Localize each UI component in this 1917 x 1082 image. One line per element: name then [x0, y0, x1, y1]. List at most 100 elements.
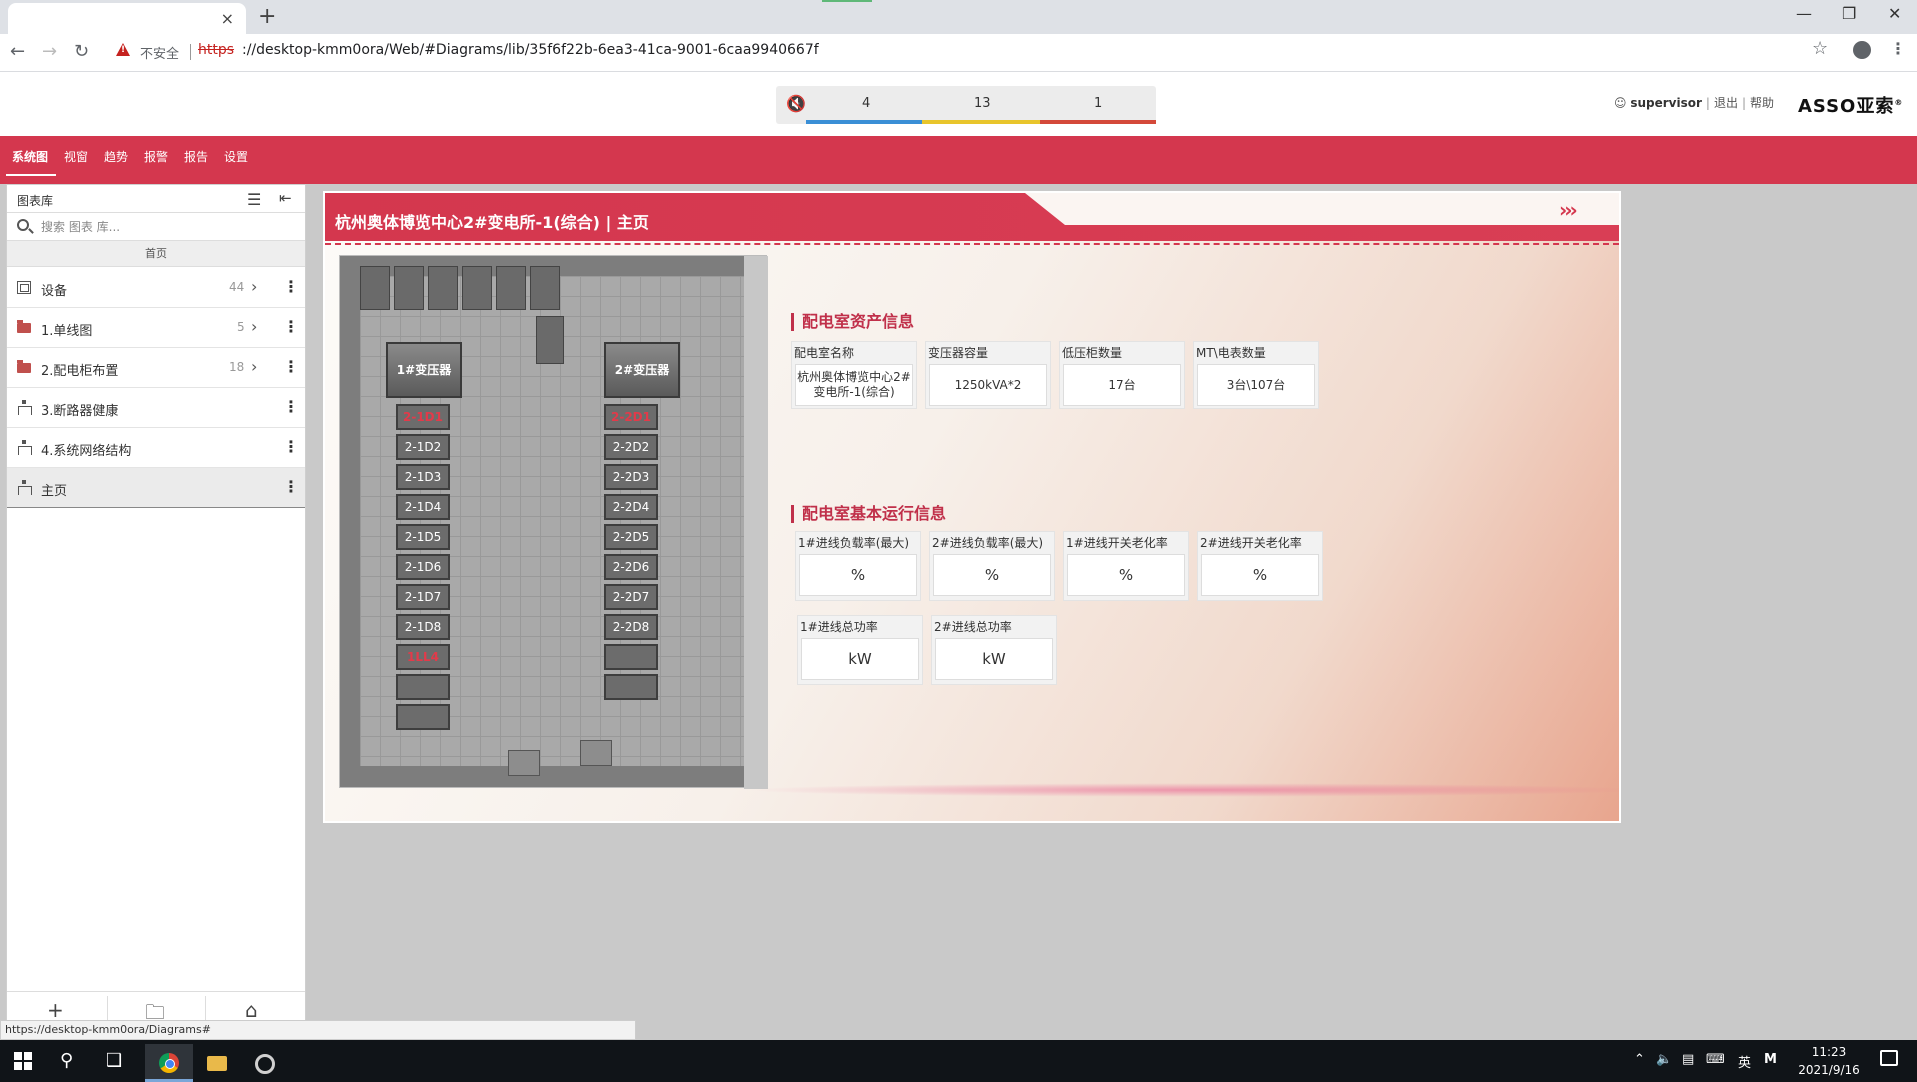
- menu-trends[interactable]: 趋势: [104, 148, 128, 165]
- add-icon[interactable]: +: [47, 998, 64, 1022]
- right-cabinet-9[interactable]: [604, 644, 658, 670]
- alarm-count-low[interactable]: 4: [862, 96, 870, 111]
- menu-reports[interactable]: 报告: [184, 148, 208, 165]
- help-link[interactable]: 帮助: [1750, 96, 1774, 110]
- ime-language[interactable]: 英: [1738, 1052, 1751, 1071]
- notification-icon[interactable]: [1880, 1050, 1898, 1066]
- menu-system-diagram[interactable]: 系统图: [12, 148, 48, 165]
- chevron-right-icon[interactable]: ›: [251, 317, 257, 336]
- breadcrumb[interactable]: 首页: [7, 241, 305, 267]
- logout-link[interactable]: 退出: [1714, 96, 1738, 110]
- folder-icon: [17, 360, 31, 373]
- right-cabinet-4[interactable]: 2-2D4: [604, 494, 658, 520]
- sidebar-item-cabinet-layout[interactable]: 2.配电柜布置 18 › ⋮: [7, 348, 305, 388]
- menu-views[interactable]: 视窗: [64, 148, 88, 165]
- transformer-2[interactable]: 2#变压器: [604, 342, 680, 398]
- incoming-1-load-rate: 1#进线负载率(最大) %: [795, 531, 921, 601]
- taskbar-app[interactable]: [241, 1044, 289, 1082]
- alarm-count-medium[interactable]: 13: [974, 96, 991, 111]
- sidebar-item-single-line[interactable]: 1.单线图 5 › ⋮: [7, 308, 305, 348]
- username[interactable]: supervisor: [1630, 96, 1702, 110]
- alarm-summary[interactable]: 🔇 4 13 1: [776, 86, 1156, 124]
- right-cabinet-6[interactable]: 2-2D6: [604, 554, 658, 580]
- collapse-sidebar-icon[interactable]: ⇤: [279, 189, 292, 207]
- top-cabinet[interactable]: [462, 266, 492, 310]
- left-cabinet-6[interactable]: 2-1D6: [396, 554, 450, 580]
- sidebar-item-network-structure[interactable]: 4.系统网络结构 ⋮: [7, 428, 305, 468]
- more-options-icon[interactable]: ⋮: [283, 397, 299, 416]
- left-cabinet-2[interactable]: 2-1D2: [396, 434, 450, 460]
- reload-icon[interactable]: ↻: [74, 41, 89, 62]
- windows-start-icon[interactable]: [14, 1052, 32, 1070]
- right-cabinet-1[interactable]: 2-2D1: [604, 404, 658, 430]
- volume-icon[interactable]: 🔈: [1656, 1052, 1672, 1067]
- left-cabinet-11[interactable]: [396, 704, 450, 730]
- sidebar-item-breaker-health[interactable]: 3.断路器健康 ⋮: [7, 388, 305, 428]
- right-cabinet-10[interactable]: [604, 674, 658, 700]
- left-cabinet-1[interactable]: 2-1D1: [396, 404, 450, 430]
- taskbar-chrome[interactable]: [145, 1044, 193, 1082]
- security-label[interactable]: 不安全: [140, 43, 179, 62]
- menu-alarms[interactable]: 报警: [144, 148, 168, 165]
- right-cabinet-3[interactable]: 2-2D3: [604, 464, 658, 490]
- restore-icon[interactable]: ❐: [1842, 4, 1856, 23]
- hamburger-icon[interactable]: ☰: [247, 190, 261, 209]
- taskbar-file-explorer[interactable]: [193, 1044, 241, 1082]
- item-count: 5: [237, 320, 245, 334]
- profile-icon[interactable]: [1853, 41, 1871, 59]
- left-cabinet-8[interactable]: 2-1D8: [396, 614, 450, 640]
- cell-caption: 2#进线总功率: [934, 620, 1012, 634]
- address-bar[interactable]: 不安全 https ://desktop-kmm0ora/Web/#Diagra…: [108, 39, 1828, 67]
- alarm-count-high[interactable]: 1: [1094, 96, 1102, 111]
- tray-chevron-icon[interactable]: ⌃: [1634, 1052, 1645, 1067]
- search-taskbar-icon[interactable]: ⚲: [60, 1050, 73, 1071]
- browser-tab[interactable]: ×: [8, 3, 246, 34]
- diagram-header: 杭州奥体博览中心2#变电所-1(综合) | 主页 ›››: [325, 193, 1619, 241]
- right-cabinet-8[interactable]: 2-2D8: [604, 614, 658, 640]
- more-options-icon[interactable]: ⋮: [283, 357, 299, 376]
- clock-date: 2021/9/16: [1798, 1063, 1860, 1077]
- new-tab-button[interactable]: +: [258, 4, 276, 29]
- home-icon[interactable]: ⌂: [245, 998, 258, 1022]
- chevron-right-icon[interactable]: ›: [251, 357, 257, 376]
- top-cabinet[interactable]: [428, 266, 458, 310]
- left-cabinet-7[interactable]: 2-1D7: [396, 584, 450, 610]
- right-cabinet-7[interactable]: 2-2D7: [604, 584, 658, 610]
- left-cabinet-4[interactable]: 2-1D4: [396, 494, 450, 520]
- tab-close-icon[interactable]: ×: [221, 9, 234, 28]
- right-cabinet-2[interactable]: 2-2D2: [604, 434, 658, 460]
- right-cabinet-5[interactable]: 2-2D5: [604, 524, 658, 550]
- minimize-icon[interactable]: —: [1796, 4, 1812, 23]
- top-cabinet[interactable]: [360, 266, 390, 310]
- chevron-right-icon[interactable]: ›: [251, 277, 257, 296]
- top-cabinet[interactable]: [496, 266, 526, 310]
- network-icon[interactable]: ▤: [1682, 1052, 1694, 1067]
- task-view-icon[interactable]: ❑: [106, 1050, 122, 1071]
- top-cabinet[interactable]: [530, 266, 560, 310]
- menu-settings[interactable]: 设置: [224, 148, 248, 165]
- keyboard-icon[interactable]: ⌨: [1706, 1052, 1725, 1067]
- side-cabinet[interactable]: [536, 316, 564, 364]
- left-cabinet-9[interactable]: 1LL4: [396, 644, 450, 670]
- browser-menu-icon[interactable]: ⋮: [1890, 39, 1906, 58]
- ime-mode[interactable]: M: [1764, 1052, 1777, 1067]
- left-cabinet-10[interactable]: [396, 674, 450, 700]
- transformer-1[interactable]: 1#变压器: [386, 342, 462, 398]
- mute-icon[interactable]: 🔇: [786, 94, 806, 113]
- sidebar-item-home[interactable]: 主页 ⋮: [7, 468, 305, 508]
- more-options-icon[interactable]: ⋮: [283, 277, 299, 296]
- bookmark-star-icon[interactable]: ☆: [1812, 38, 1828, 59]
- left-cabinet-5[interactable]: 2-1D5: [396, 524, 450, 550]
- top-cabinet[interactable]: [394, 266, 424, 310]
- more-options-icon[interactable]: ⋮: [283, 477, 299, 496]
- sidebar-item-devices[interactable]: 设备 44 › ⋮: [7, 268, 305, 308]
- more-options-icon[interactable]: ⋮: [283, 437, 299, 456]
- window-close-icon[interactable]: ✕: [1888, 4, 1901, 23]
- system-clock[interactable]: 11:23 2021/9/16: [1790, 1043, 1868, 1079]
- back-icon[interactable]: ←: [10, 41, 25, 62]
- left-cabinet-3[interactable]: 2-1D3: [396, 464, 450, 490]
- more-options-icon[interactable]: ⋮: [283, 317, 299, 336]
- search-input[interactable]: [41, 217, 291, 237]
- expand-arrows-icon[interactable]: ›››: [1559, 198, 1578, 222]
- forward-icon[interactable]: →: [42, 41, 57, 62]
